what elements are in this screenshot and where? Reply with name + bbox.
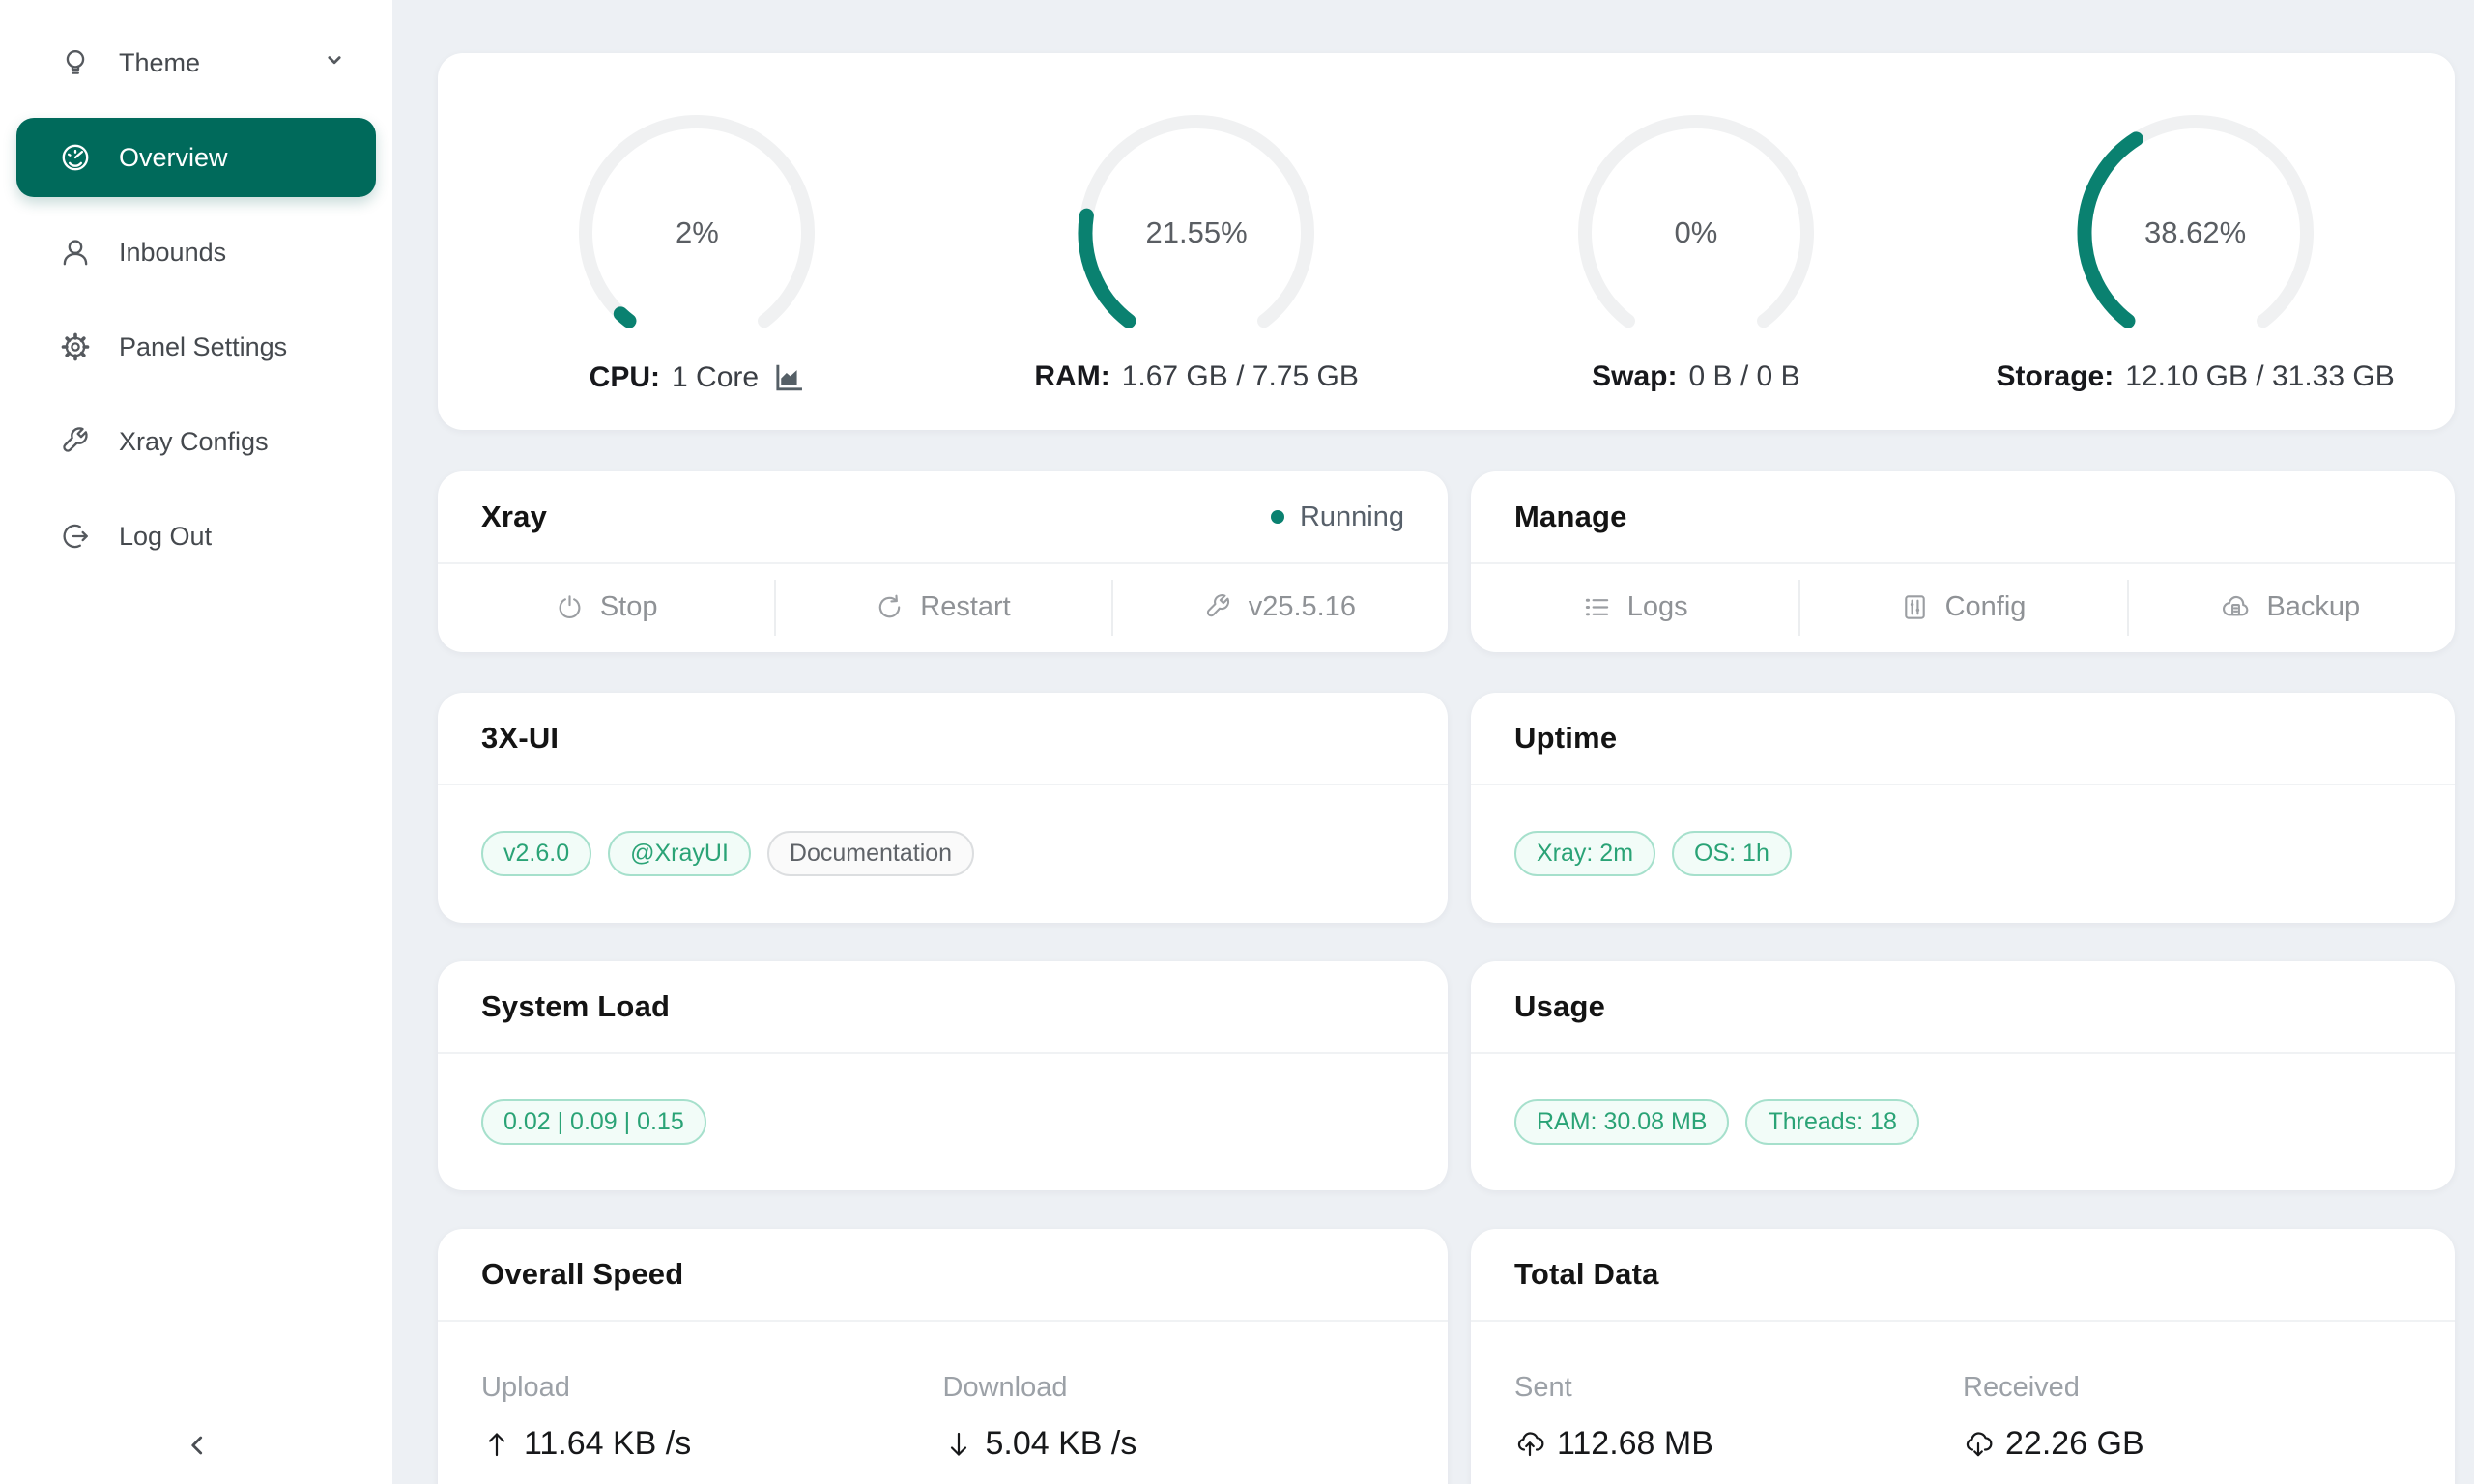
card-title: Overall Speed — [481, 1257, 683, 1292]
gauge-ram: 21.55% RAM: 1.67 GB / 7.75 GB — [947, 53, 1447, 430]
chevron-left-icon — [181, 1429, 214, 1462]
sidebar-item-inbounds[interactable]: Inbounds — [16, 213, 376, 292]
card-title: Xray — [481, 499, 547, 534]
card-title: Usage — [1514, 989, 1605, 1024]
user-icon — [59, 236, 92, 269]
swap-label: Swap: 0 B / 0 B — [1592, 360, 1799, 393]
refresh-icon — [875, 592, 905, 622]
xray-card: Xray Running Stop — [438, 471, 1448, 652]
xrayui-link-tag[interactable]: @XrayUI — [608, 831, 751, 876]
backup-button[interactable]: Backup — [2127, 564, 2455, 650]
sent-value: 112.68 MB — [1514, 1425, 1963, 1463]
logout-icon — [59, 520, 92, 553]
logs-button[interactable]: Logs — [1471, 564, 1798, 650]
card-title: 3X-UI — [481, 721, 559, 756]
cloud-upload-icon — [1514, 1429, 1545, 1460]
storage-label: Storage: 12.10 GB / 31.33 GB — [1997, 360, 2395, 393]
gauge-swap: 0% Swap: 0 B / 0 B — [1447, 53, 1946, 430]
status-text: Running — [1300, 501, 1404, 533]
received-label: Received — [1963, 1372, 2411, 1404]
sent-stat: Sent 112.68 MB — [1514, 1372, 1963, 1463]
total-data-card: Total Data Sent 112.68 MB Received — [1471, 1229, 2455, 1484]
chevron-down-icon — [320, 45, 349, 81]
area-chart-icon[interactable] — [770, 360, 805, 395]
download-stat: Download 5.04 KB /s — [943, 1372, 1405, 1463]
documentation-link-tag[interactable]: Documentation — [767, 831, 974, 876]
system-load-card: System Load 0.02 | 0.09 | 0.15 — [438, 961, 1448, 1190]
storage-percent: 38.62% — [2070, 107, 2321, 358]
wrench-icon — [59, 425, 92, 458]
sidebar-item-label: Panel Settings — [119, 332, 287, 362]
sidebar-item-label: Theme — [119, 48, 200, 78]
sent-label: Sent — [1514, 1372, 1963, 1404]
ram-usage-tag: RAM: 30.08 MB — [1514, 1099, 1729, 1145]
cpu-label: CPU: 1 Core — [590, 360, 805, 395]
received-value: 22.26 GB — [1963, 1425, 2411, 1463]
lightbulb-icon — [59, 46, 92, 79]
gear-icon — [59, 330, 92, 363]
stop-button[interactable]: Stop — [438, 564, 774, 650]
swap-percent: 0% — [1570, 107, 1822, 358]
sidebar-item-label: Overview — [119, 143, 228, 173]
sidebar: Theme Overview Inbounds — [0, 0, 392, 1484]
xui-card: 3X-UI v2.6.0 @XrayUI Documentation — [438, 693, 1448, 923]
upload-stat: Upload 11.64 KB /s — [481, 1372, 943, 1463]
ram-label: RAM: 1.67 GB / 7.75 GB — [1034, 360, 1358, 393]
xray-version-button[interactable]: v25.5.16 — [1111, 564, 1448, 650]
collapse-sidebar-button[interactable] — [172, 1420, 222, 1470]
system-gauges-card: 2% CPU: 1 Core 21.55% RAM: 1.67 G — [438, 53, 2455, 430]
upload-label: Upload — [481, 1372, 943, 1404]
sliders-icon — [1900, 592, 1930, 622]
ram-percent: 21.55% — [1071, 107, 1322, 358]
received-stat: Received 22.26 GB — [1963, 1372, 2411, 1463]
sidebar-item-xray-configs[interactable]: Xray Configs — [16, 402, 376, 481]
overall-speed-card: Overall Speed Upload 11.64 KB /s Downloa… — [438, 1229, 1448, 1484]
sidebar-item-label: Xray Configs — [119, 427, 269, 457]
wrench-icon — [1203, 592, 1233, 622]
status-dot-icon — [1271, 510, 1284, 524]
power-icon — [555, 592, 585, 622]
restart-button[interactable]: Restart — [774, 564, 1110, 650]
sidebar-item-label: Inbounds — [119, 238, 226, 268]
cloud-download-icon — [1963, 1429, 1994, 1460]
xray-uptime-tag: Xray: 2m — [1514, 831, 1655, 876]
dashboard-icon — [59, 141, 92, 174]
sidebar-item-overview[interactable]: Overview — [16, 118, 376, 197]
download-value: 5.04 KB /s — [943, 1425, 1405, 1463]
main-content: 2% CPU: 1 Core 21.55% RAM: 1.67 G — [392, 0, 2474, 1484]
upload-value: 11.64 KB /s — [481, 1425, 943, 1463]
version-tag[interactable]: v2.6.0 — [481, 831, 591, 876]
manage-card: Manage Logs Confi — [1471, 471, 2455, 652]
sidebar-item-log-out[interactable]: Log Out — [16, 497, 376, 576]
sidebar-item-label: Log Out — [119, 522, 212, 552]
card-title: Total Data — [1514, 1257, 1659, 1292]
xray-status: Running — [1271, 501, 1404, 533]
download-label: Download — [943, 1372, 1405, 1404]
usage-card: Usage RAM: 30.08 MB Threads: 18 — [1471, 961, 2455, 1190]
card-title: Manage — [1514, 499, 1627, 534]
threads-tag: Threads: 18 — [1745, 1099, 1918, 1145]
gauge-storage: 38.62% Storage: 12.10 GB / 31.33 GB — [1945, 53, 2445, 430]
gauge-cpu: 2% CPU: 1 Core — [447, 53, 947, 430]
card-title: Uptime — [1514, 721, 1617, 756]
uptime-card: Uptime Xray: 2m OS: 1h — [1471, 693, 2455, 923]
cloud-server-icon — [2221, 592, 2251, 622]
os-uptime-tag: OS: 1h — [1672, 831, 1792, 876]
arrow-up-icon — [481, 1429, 512, 1460]
card-title: System Load — [481, 989, 670, 1024]
cpu-percent: 2% — [571, 107, 822, 358]
load-average-tag: 0.02 | 0.09 | 0.15 — [481, 1099, 706, 1145]
sidebar-item-panel-settings[interactable]: Panel Settings — [16, 307, 376, 386]
arrow-down-icon — [943, 1429, 974, 1460]
config-button[interactable]: Config — [1798, 564, 2126, 650]
sidebar-item-theme[interactable]: Theme — [16, 23, 376, 102]
list-icon — [1582, 592, 1612, 622]
